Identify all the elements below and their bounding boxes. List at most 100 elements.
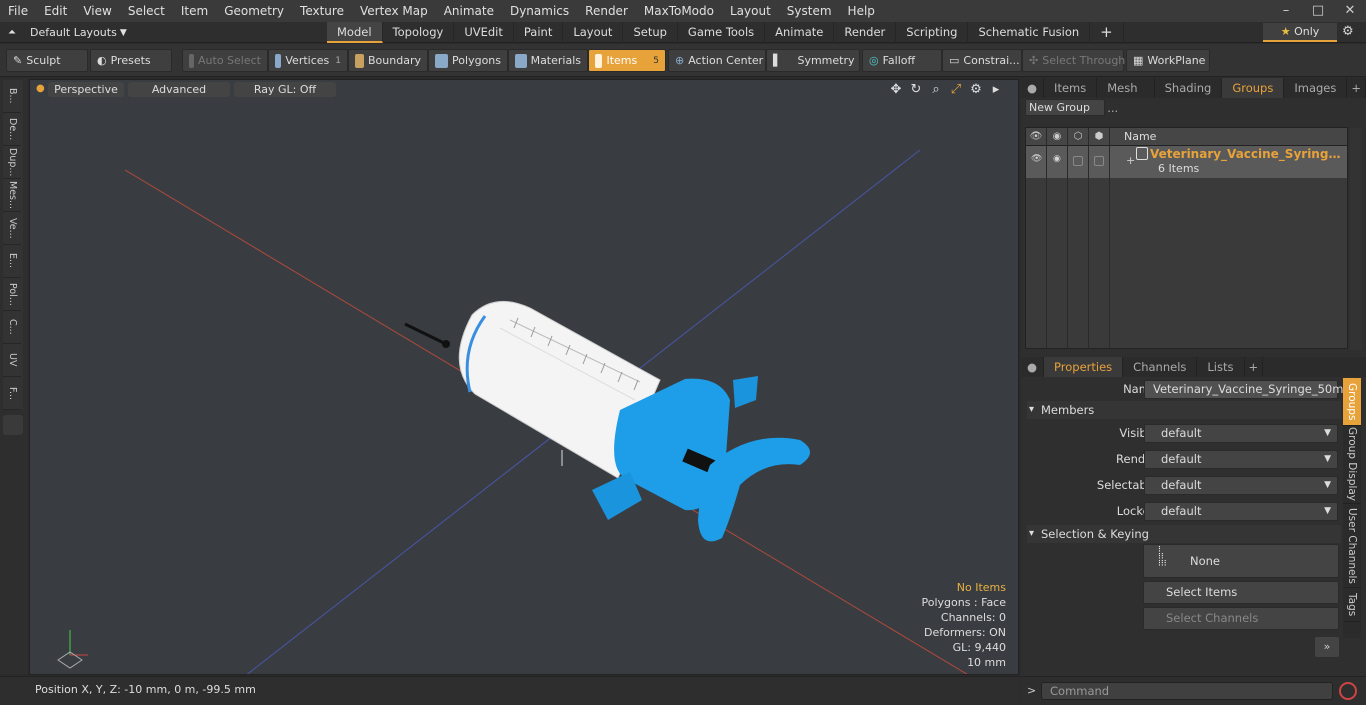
tab-schematic-fusion[interactable]: Schematic Fusion	[968, 22, 1091, 43]
select-through-button[interactable]: ✣ Select Through	[1022, 49, 1125, 72]
menu-select[interactable]: Select	[120, 0, 173, 22]
tab-groups[interactable]: Groups	[1222, 78, 1285, 98]
constraints-button[interactable]: ▭ Constrai...	[942, 49, 1022, 72]
menu-animate[interactable]: Animate	[436, 0, 502, 22]
pan-icon[interactable]: ✥	[888, 82, 904, 98]
selection-keying-section[interactable]: Selection & Keying	[1027, 525, 1341, 543]
3d-viewport[interactable]: ● Perspective Advanced Ray GL: Off ✥ ↻ ⌕…	[29, 79, 1019, 675]
left-tab-duplicate[interactable]: Dup...	[3, 146, 21, 179]
symmetry-button[interactable]: ▌ Symmetry	[766, 49, 860, 72]
materials-button[interactable]: Materials	[508, 49, 588, 72]
locked-select[interactable]: default ▼	[1144, 502, 1338, 521]
presets-button[interactable]: ◐ Presets	[90, 49, 172, 72]
expand-plus-icon[interactable]: +	[1126, 154, 1135, 167]
vtab-groups[interactable]: Groups	[1343, 378, 1361, 426]
layout-selector[interactable]: ⏶ Default Layouts ▼	[8, 22, 127, 43]
menu-texture[interactable]: Texture	[292, 0, 352, 22]
left-tab-polygon[interactable]: Pol...	[3, 278, 21, 311]
visible-select[interactable]: default ▼	[1144, 424, 1338, 443]
select-items-button[interactable]: Select Items	[1143, 581, 1339, 604]
workplane-button[interactable]: ▦ WorkPlane	[1126, 49, 1210, 72]
select-channels-button[interactable]: Select Channels	[1143, 607, 1339, 630]
add-tab-icon[interactable]: +	[1090, 22, 1124, 43]
command-input[interactable]: Command	[1041, 682, 1333, 700]
tab-items[interactable]: Items	[1044, 78, 1098, 98]
menu-edit[interactable]: Edit	[36, 0, 75, 22]
only-button[interactable]: ★ Only	[1263, 23, 1337, 42]
advanced-button[interactable]: Advanced	[128, 82, 230, 97]
add-panel-tab-icon[interactable]: +	[1347, 78, 1366, 98]
expand-more-icon[interactable]: »	[1315, 637, 1339, 657]
menu-vertex-map[interactable]: Vertex Map	[352, 0, 436, 22]
tab-setup[interactable]: Setup	[623, 22, 678, 43]
row-lock-checkbox[interactable]	[1068, 146, 1089, 178]
rotate-icon[interactable]: ↻	[908, 82, 924, 98]
menu-render[interactable]: Render	[577, 0, 636, 22]
perspective-button[interactable]: Perspective	[48, 82, 124, 97]
tab-render[interactable]: Render	[834, 22, 897, 43]
menu-geometry[interactable]: Geometry	[216, 0, 292, 22]
left-tab-fusion[interactable]: F...	[3, 377, 21, 410]
left-tab-deform[interactable]: De...	[3, 113, 21, 146]
falloff-button[interactable]: ◎ Falloff	[862, 49, 942, 72]
left-tab-curve[interactable]: C...	[3, 311, 21, 344]
left-tab-basic[interactable]: B...	[3, 80, 21, 113]
tab-images[interactable]: Images	[1284, 78, 1348, 98]
menu-maxtomodo[interactable]: MaxToModo	[636, 0, 722, 22]
auto-select-button[interactable]: Auto Select	[182, 49, 268, 72]
record-icon[interactable]	[1339, 682, 1357, 700]
tab-uvedit[interactable]: UVEdit	[454, 22, 514, 43]
tab-layout[interactable]: Layout	[563, 22, 624, 43]
members-section[interactable]: Members	[1027, 401, 1341, 419]
sculpt-button[interactable]: ✎ Sculpt	[6, 49, 88, 72]
left-tab-uv[interactable]: UV	[3, 344, 21, 377]
close-icon[interactable]: ✕	[1334, 0, 1366, 22]
vtab-group-display[interactable]: Group Display	[1343, 426, 1361, 504]
menu-file[interactable]: File	[0, 0, 36, 22]
menu-item[interactable]: Item	[173, 0, 216, 22]
maximize-icon[interactable]: □	[1302, 0, 1334, 22]
render-icon[interactable]: ◉	[1047, 127, 1068, 146]
none-button[interactable]: ⁝ ⁝⁝ ⁝⁝⁝ None	[1143, 544, 1339, 578]
tab-model[interactable]: Model	[327, 22, 383, 43]
zoom-icon[interactable]: ⌕	[928, 82, 944, 98]
name-field[interactable]: Veterinary_Vaccine_Syringe_50ml (3)	[1144, 380, 1347, 413]
items-button[interactable]: Items 5	[588, 49, 666, 72]
left-tab-mesh-edit[interactable]: Mes...	[3, 179, 21, 212]
row-select-checkbox[interactable]	[1089, 146, 1110, 178]
action-center-button[interactable]: ⊕ Action Center	[668, 49, 766, 72]
select-icon[interactable]: ⬢	[1089, 127, 1110, 146]
menu-system[interactable]: System	[779, 0, 840, 22]
viewport-arrow-icon[interactable]: ▸	[988, 82, 1004, 98]
tab-topology[interactable]: Topology	[383, 22, 455, 43]
tab-shading[interactable]: Shading	[1155, 78, 1223, 98]
settings-gear-icon[interactable]: ⚙	[1342, 24, 1354, 39]
vertices-button[interactable]: Vertices 1	[268, 49, 348, 72]
render-select[interactable]: default ▼	[1144, 450, 1338, 469]
new-group-button[interactable]: New Group	[1025, 99, 1105, 116]
eye-icon[interactable]: 👁	[1026, 127, 1047, 146]
left-strip-toggle[interactable]	[3, 415, 23, 435]
menu-view[interactable]: View	[75, 0, 119, 22]
viewport-gear-icon[interactable]: ⚙	[968, 82, 984, 98]
tab-game-tools[interactable]: Game Tools	[678, 22, 766, 43]
menu-dynamics[interactable]: Dynamics	[502, 0, 577, 22]
tab-paint[interactable]: Paint	[514, 22, 564, 43]
row-eye-icon[interactable]: 👁	[1026, 146, 1047, 178]
menu-layout[interactable]: Layout	[722, 0, 779, 22]
minimize-icon[interactable]: –	[1270, 0, 1302, 22]
fit-icon[interactable]: ⤢	[948, 82, 964, 98]
lock-icon[interactable]: ⬡	[1068, 127, 1089, 146]
boundary-button[interactable]: Boundary	[348, 49, 428, 72]
tab-animate[interactable]: Animate	[765, 22, 835, 43]
groups-scrollbar[interactable]	[1350, 128, 1362, 350]
selectable-select[interactable]: default ▼	[1144, 476, 1338, 495]
row-render-icon[interactable]: ◉	[1047, 146, 1068, 178]
tab-mesh[interactable]: Mesh ...	[1097, 78, 1155, 115]
group-row[interactable]: 👁 ◉ + Veterinary_Vaccine_Syringe_50ml (3…	[1026, 146, 1347, 178]
tab-scripting[interactable]: Scripting	[896, 22, 969, 43]
left-tab-vertex[interactable]: Ve...	[3, 212, 21, 245]
menu-help[interactable]: Help	[840, 0, 883, 22]
raygl-button[interactable]: Ray GL: Off	[234, 82, 336, 97]
left-tab-edge[interactable]: E...	[3, 245, 21, 278]
